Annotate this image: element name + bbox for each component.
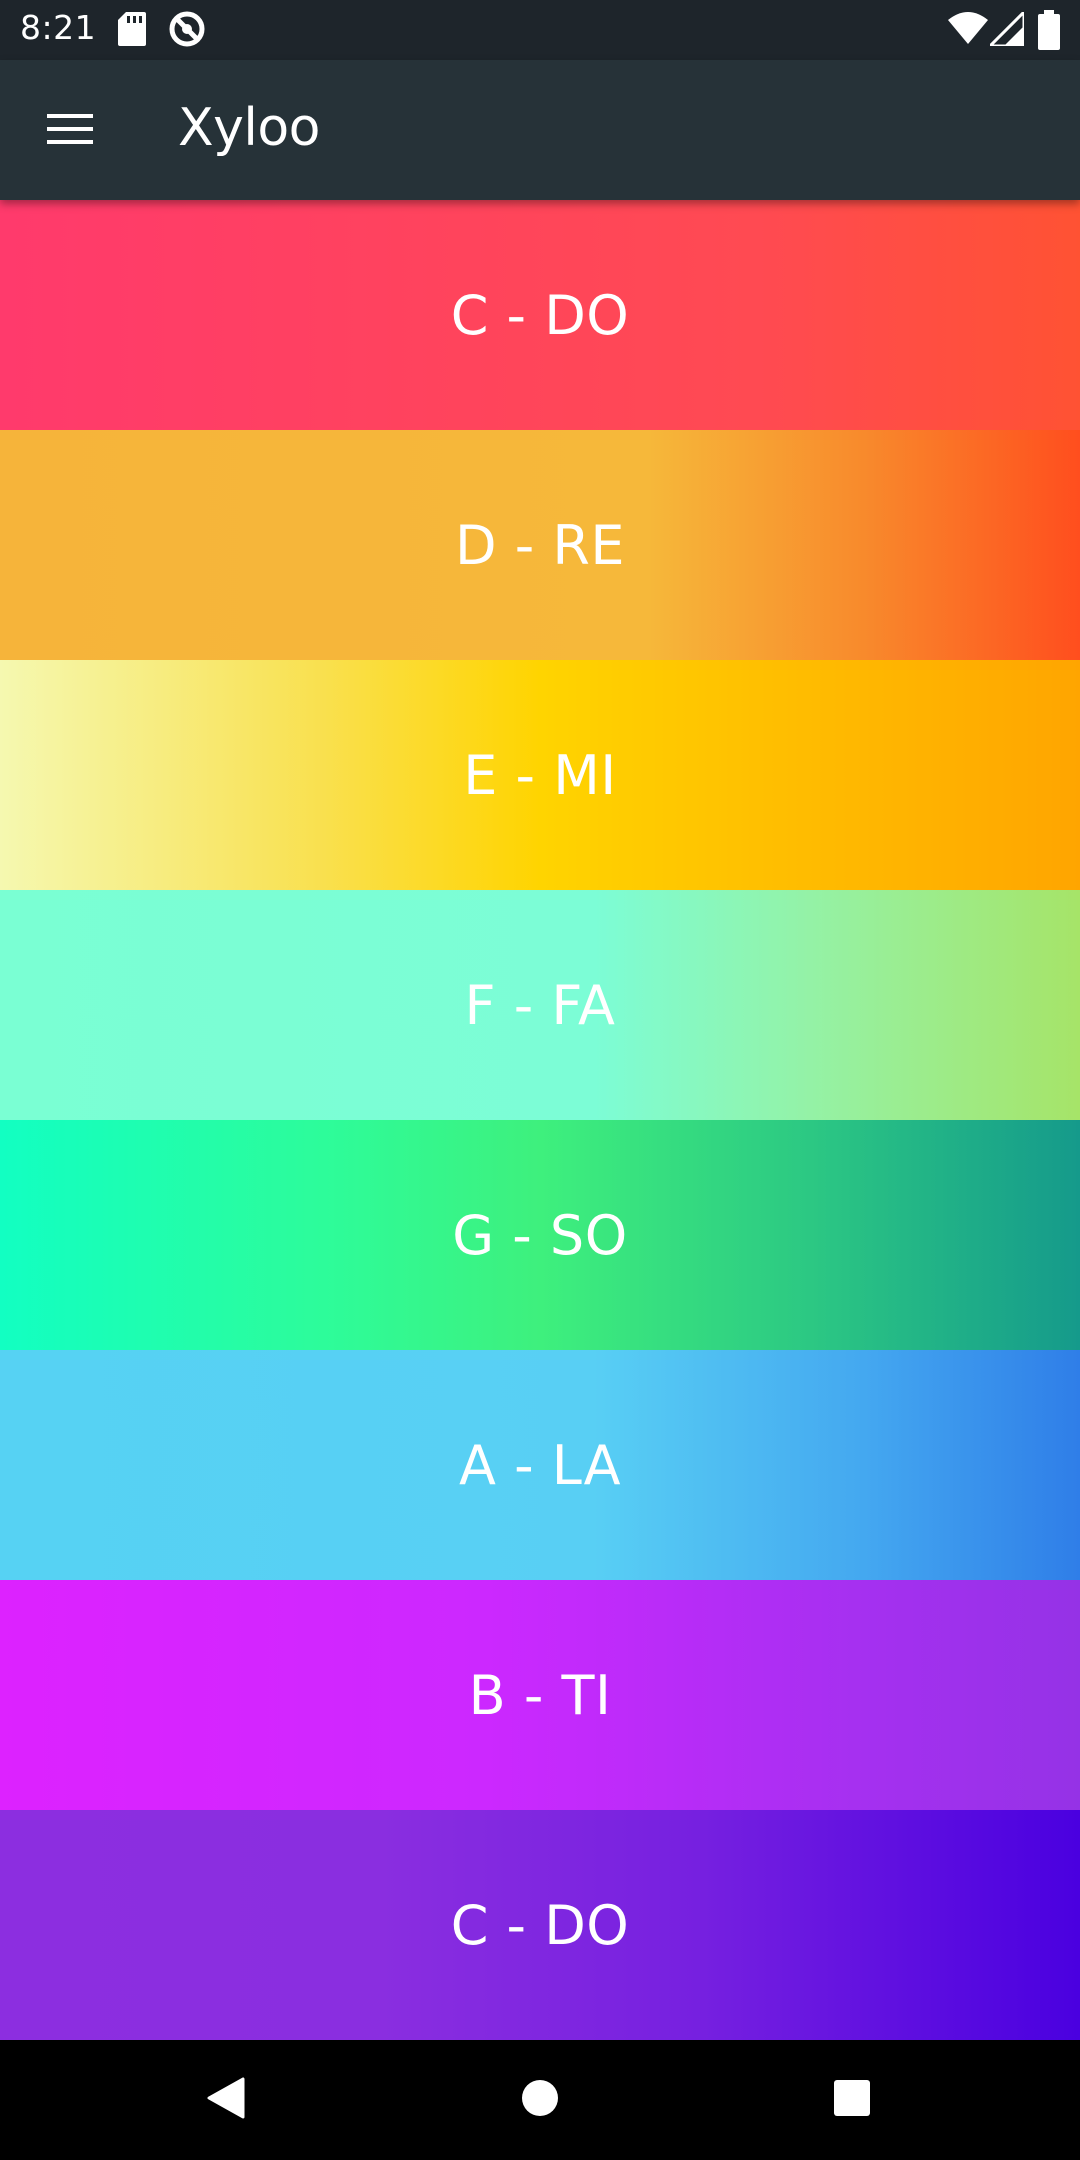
signal-icon: [986, 8, 1026, 50]
menu-button[interactable]: [30, 96, 110, 166]
key-e-mi[interactable]: E - MI: [0, 660, 1080, 890]
key-label: A - LA: [458, 1433, 622, 1497]
status-bar: 8:21: [0, 0, 1080, 60]
wifi-icon: [948, 12, 988, 48]
key-label: D - RE: [454, 513, 626, 577]
menu-icon: [47, 112, 93, 150]
key-g-so[interactable]: G - SO: [0, 1120, 1080, 1350]
back-icon: [207, 2077, 245, 2123]
sd-card-icon: [118, 12, 146, 50]
key-c-do[interactable]: C - DO: [0, 200, 1080, 430]
key-label: G - SO: [452, 1203, 628, 1267]
battery-icon: [1038, 10, 1060, 54]
key-high-c-do[interactable]: C - DO: [0, 1810, 1080, 2040]
key-label: C - DO: [450, 1893, 630, 1957]
key-f-fa[interactable]: F - FA: [0, 890, 1080, 1120]
recents-icon: [834, 2080, 870, 2120]
key-label: C - DO: [450, 283, 630, 347]
status-time: 8:21: [20, 8, 97, 47]
screen: 8:21 Xyloo C - DO D - RE E - MI F - FA G…: [0, 0, 1080, 2160]
home-button[interactable]: [510, 2070, 570, 2130]
key-b-ti[interactable]: B - TI: [0, 1580, 1080, 1810]
xylophone-keys: C - DO D - RE E - MI F - FA G - SO A - L…: [0, 200, 1080, 2040]
app-title: Xyloo: [178, 98, 320, 158]
sync-icon: [168, 10, 206, 52]
key-label: B - TI: [468, 1663, 612, 1727]
app-bar: Xyloo: [0, 60, 1080, 200]
home-icon: [521, 2079, 559, 2121]
key-label: E - MI: [463, 743, 617, 807]
navigation-bar: [0, 2040, 1080, 2160]
key-label: F - FA: [464, 973, 616, 1037]
back-button[interactable]: [196, 2070, 256, 2130]
key-d-re[interactable]: D - RE: [0, 430, 1080, 660]
recents-button[interactable]: [822, 2070, 882, 2130]
key-a-la[interactable]: A - LA: [0, 1350, 1080, 1580]
